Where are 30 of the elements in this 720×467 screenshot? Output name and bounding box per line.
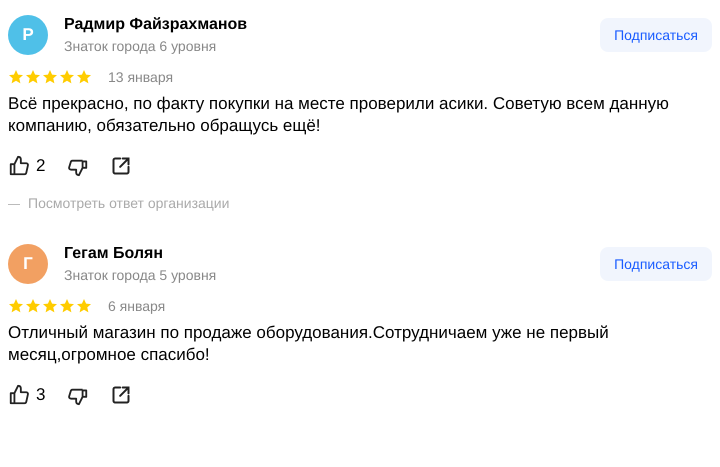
avatar: Р [8, 15, 48, 55]
share-icon [111, 385, 132, 405]
thumbs-up-icon [8, 155, 30, 177]
star-icon [76, 298, 92, 314]
subscribe-button[interactable]: Подписаться [600, 247, 712, 281]
review-date: 6 января [108, 298, 166, 314]
reviewer-level: Знаток города 5 уровня [64, 267, 218, 283]
reviewer-name: Радмир Файзрахманов [64, 16, 248, 34]
subscribe-button[interactable]: Подписаться [600, 18, 712, 52]
star-icon [42, 298, 58, 314]
avatar: Г [8, 244, 48, 284]
reviewer-level: Знаток города 6 уровня [64, 38, 218, 54]
share-button[interactable] [111, 156, 132, 176]
review-text: Отличный магазин по продаже оборудования.Сотрудничаем уже не первый месяц,огромное спасибо! [8, 322, 610, 366]
star-icon [8, 69, 24, 85]
star-icon [59, 298, 75, 314]
star-icon [76, 69, 92, 85]
review-date: 13 января [108, 69, 174, 85]
star-icon [25, 69, 41, 85]
thumbs-up-icon [8, 384, 30, 406]
star-icon [59, 69, 75, 85]
share-button[interactable] [111, 385, 132, 405]
share-icon [111, 156, 132, 176]
star-icon [42, 69, 58, 85]
star-icon [8, 298, 24, 314]
like-button[interactable]: 3 [8, 384, 46, 406]
reviewer-name: Гегам Болян [64, 245, 164, 263]
review-text: Всё прекрасно, по факту покупки на месте проверили асики. Советую всем данную компанию, обязательно обращусь ещё! [8, 93, 670, 137]
star-icon [25, 298, 41, 314]
like-button[interactable]: 2 [8, 155, 46, 177]
